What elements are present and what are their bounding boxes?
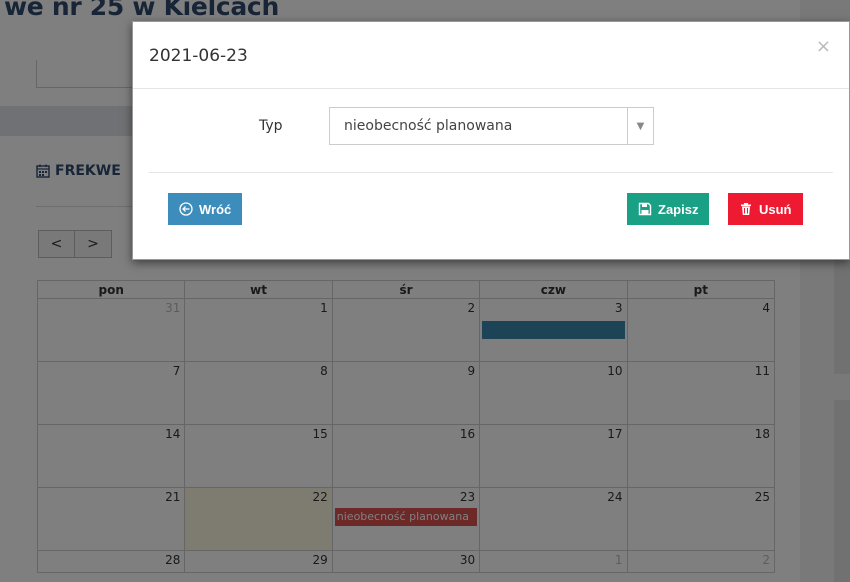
back-button[interactable]: Wróć bbox=[168, 193, 243, 225]
type-select[interactable]: nieobecność planowana ▼ bbox=[329, 107, 654, 145]
close-icon[interactable]: × bbox=[816, 36, 831, 57]
dialog-title: 2021-06-23 bbox=[149, 46, 248, 66]
chevron-down-icon[interactable]: ▼ bbox=[627, 108, 653, 144]
floppy-disk-icon bbox=[638, 202, 652, 216]
trash-icon bbox=[741, 203, 751, 215]
type-label: Typ bbox=[259, 118, 283, 134]
save-label: Zapisz bbox=[658, 201, 699, 217]
delete-label: Usuń bbox=[759, 201, 792, 217]
dialog-header: 2021-06-23 × bbox=[133, 22, 849, 89]
arrow-left-circle-icon bbox=[179, 202, 193, 216]
type-select-value: nieobecność planowana bbox=[344, 118, 513, 134]
back-label: Wróć bbox=[199, 201, 232, 217]
save-button[interactable]: Zapisz bbox=[627, 193, 710, 225]
delete-button[interactable]: Usuń bbox=[728, 193, 803, 225]
event-dialog: 2021-06-23 × Typ nieobecność planowana ▼… bbox=[132, 21, 850, 260]
dialog-footer: Wróć Zapisz Usuń bbox=[149, 172, 833, 260]
dialog-body: Typ nieobecność planowana ▼ bbox=[133, 89, 849, 171]
